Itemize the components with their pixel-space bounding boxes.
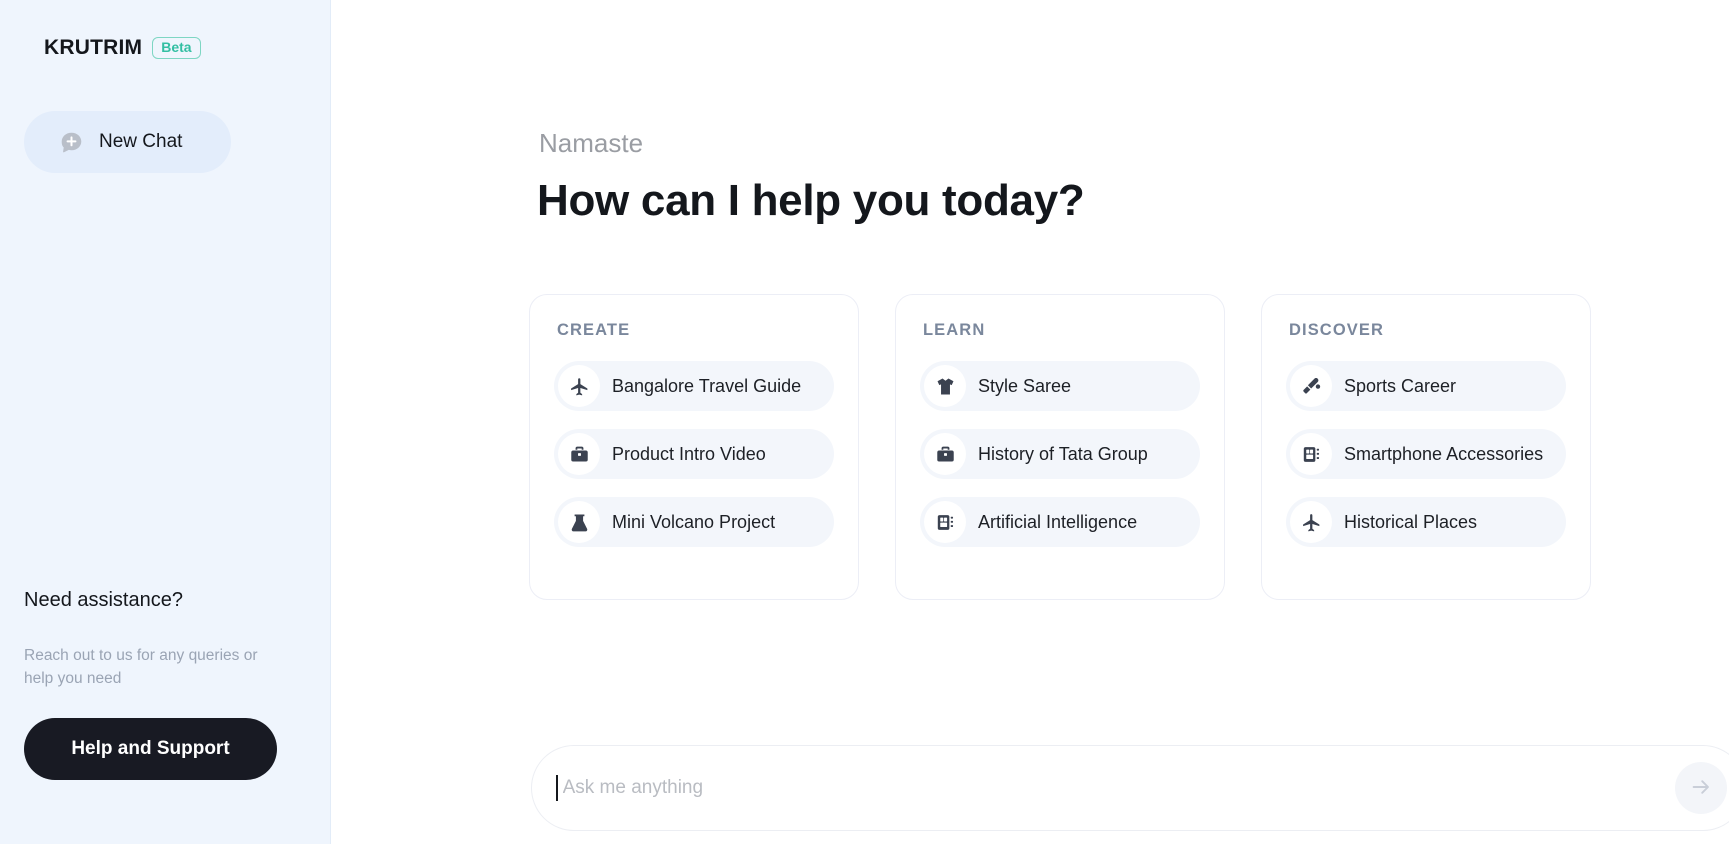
- suggestion-card-create: CREATE Bangalore Travel Guide Product In…: [529, 294, 859, 600]
- airplane-icon: [1290, 501, 1332, 543]
- suggestion-label: Mini Volcano Project: [612, 511, 776, 532]
- suggestion-label: Product Intro Video: [612, 443, 766, 464]
- text-cursor: [556, 775, 558, 801]
- app-root: KRUTRIM Beta New Chat Need assistance? R…: [0, 0, 1729, 844]
- suggestion-item[interactable]: Mini Volcano Project: [554, 497, 834, 547]
- suggestion-label: Artificial Intelligence: [978, 511, 1138, 532]
- assistance-block: Need assistance? Reach out to us for any…: [24, 589, 304, 780]
- flask-icon: [558, 501, 600, 543]
- cricket-bat-icon: [1290, 365, 1332, 407]
- assistance-subtitle: Reach out to us for any queries or help …: [24, 647, 258, 687]
- suggestion-label: Smartphone Accessories: [1344, 443, 1544, 464]
- new-chat-label: New Chat: [99, 131, 183, 152]
- suggestion-cards: CREATE Bangalore Travel Guide Product In…: [529, 294, 1591, 600]
- suggestion-card-discover: DISCOVER Sports Career Smartphone Access…: [1261, 294, 1591, 600]
- composer-bar: [531, 745, 1729, 831]
- suggestion-label: Sports Career: [1344, 375, 1457, 396]
- suggestion-label: Historical Places: [1344, 511, 1478, 532]
- chat-plus-icon: [59, 130, 84, 155]
- suggestion-item[interactable]: Smartphone Accessories: [1286, 429, 1566, 479]
- suggestion-item[interactable]: Bangalore Travel Guide: [554, 361, 834, 411]
- brand-logo: KRUTRIM Beta: [44, 36, 201, 60]
- assistance-title: Need assistance?: [24, 589, 183, 611]
- chip-icon: [1290, 433, 1332, 475]
- greeting-text: Namaste: [539, 128, 644, 158]
- beta-badge: Beta: [152, 37, 201, 59]
- suggestion-item[interactable]: Sports Career: [1286, 361, 1566, 411]
- main-content: Namaste How can I help you today? CREATE…: [331, 0, 1729, 844]
- new-chat-button[interactable]: New Chat: [24, 111, 231, 173]
- card-title-create: CREATE: [557, 321, 631, 339]
- suggestion-label: Style Saree: [978, 375, 1072, 396]
- search-input[interactable]: [562, 777, 1675, 799]
- suggestion-item[interactable]: Historical Places: [1286, 497, 1566, 547]
- suggestion-item[interactable]: Style Saree: [920, 361, 1200, 411]
- send-button[interactable]: [1675, 762, 1727, 814]
- briefcase-icon: [924, 433, 966, 475]
- arrow-right-icon: [1689, 775, 1713, 802]
- brand-name: KRUTRIM: [44, 36, 143, 59]
- tshirt-icon: [924, 365, 966, 407]
- suggestion-item[interactable]: Product Intro Video: [554, 429, 834, 479]
- airplane-icon: [558, 365, 600, 407]
- suggestion-label: History of Tata Group: [978, 443, 1148, 464]
- sidebar: KRUTRIM Beta New Chat Need assistance? R…: [0, 0, 331, 844]
- briefcase-icon: [558, 433, 600, 475]
- suggestion-card-learn: LEARN Style Saree History of Tata Group: [895, 294, 1225, 600]
- chip-icon: [924, 501, 966, 543]
- help-and-support-button[interactable]: Help and Support: [24, 718, 277, 780]
- page-title: How can I help you today?: [537, 176, 1085, 225]
- suggestion-item[interactable]: History of Tata Group: [920, 429, 1200, 479]
- card-title-discover: DISCOVER: [1289, 321, 1384, 339]
- suggestion-item[interactable]: Artificial Intelligence: [920, 497, 1200, 547]
- card-title-learn: LEARN: [923, 321, 986, 339]
- suggestion-label: Bangalore Travel Guide: [612, 375, 802, 396]
